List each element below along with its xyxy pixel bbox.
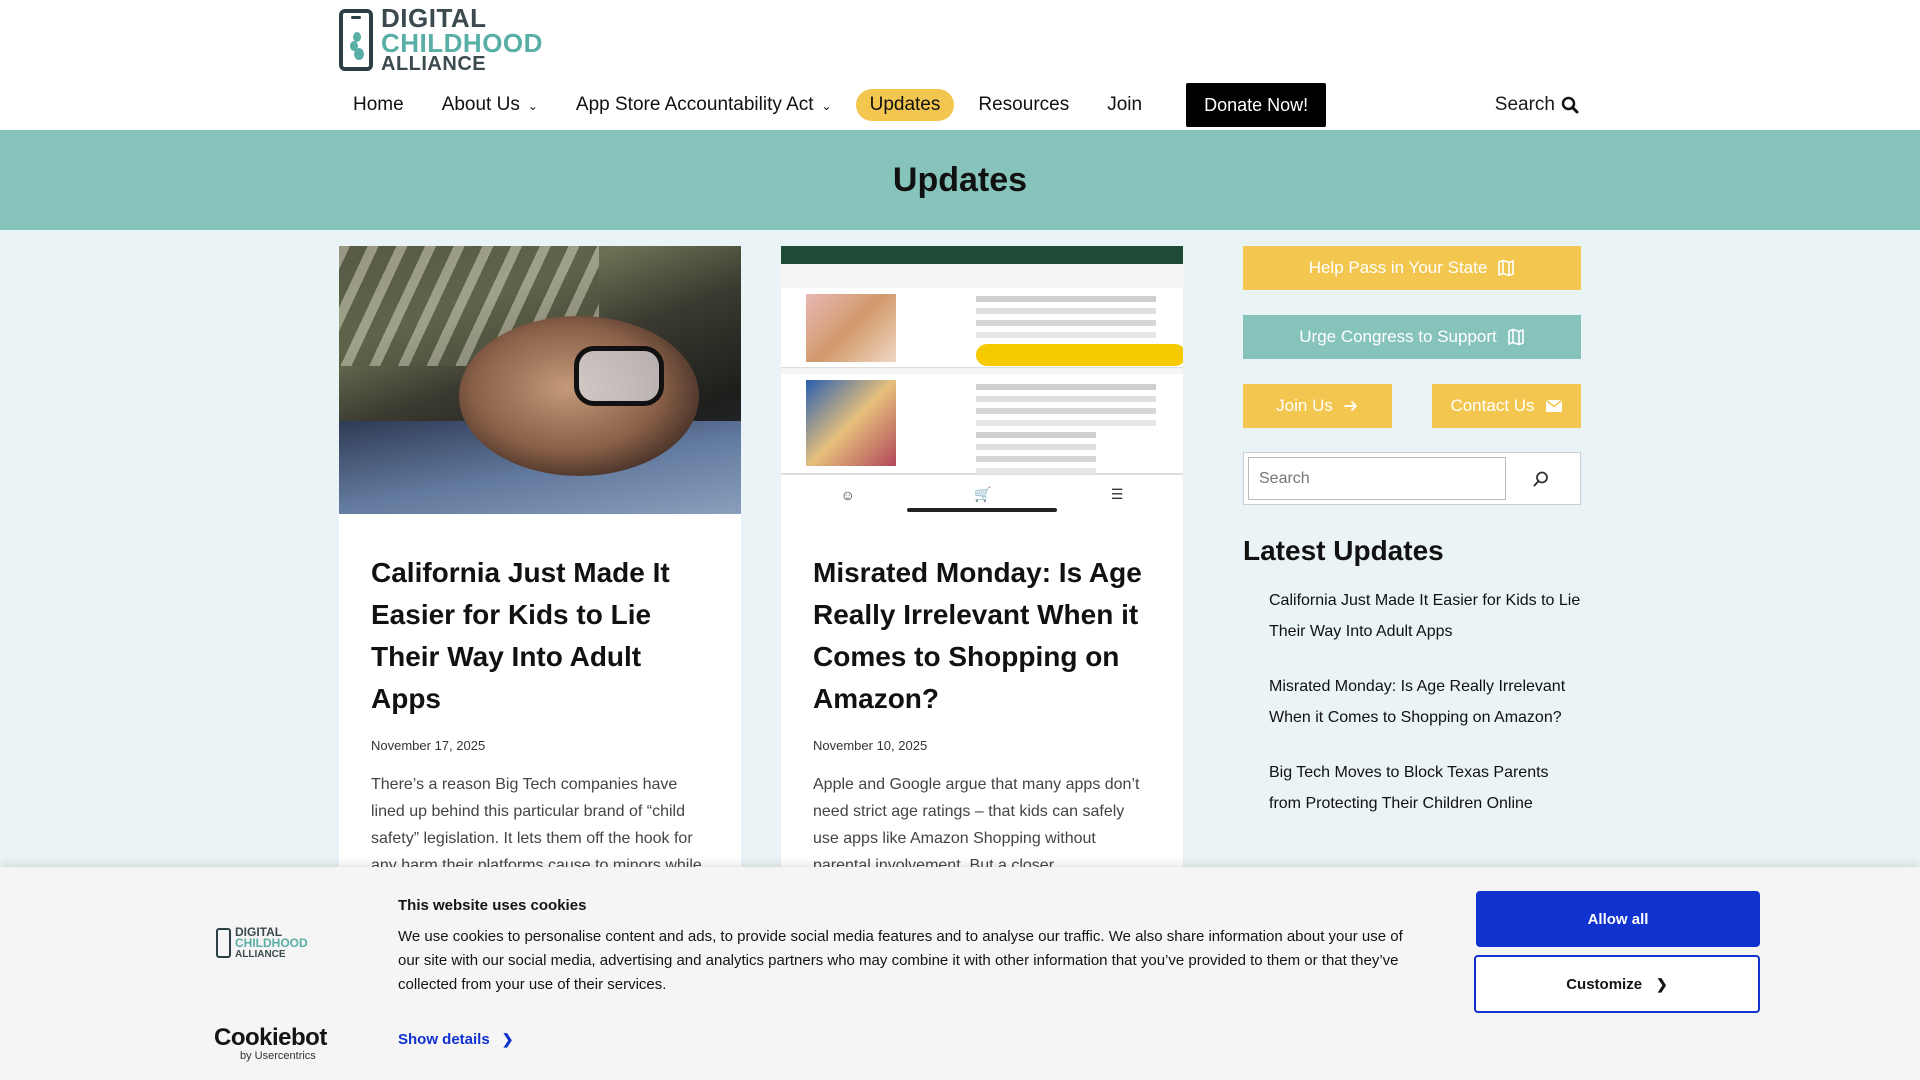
post-excerpt: Apple and Google argue that many apps do… xyxy=(813,776,1140,874)
site-header: DIGITAL CHILDHOOD ALLIANCE Home About Us… xyxy=(0,0,1920,130)
help-pass-button[interactable]: Help Pass in Your State xyxy=(1243,246,1581,290)
latest-update-link[interactable]: Big Tech Moves to Block Texas Parents fr… xyxy=(1269,757,1581,819)
join-us-button[interactable]: Join Us xyxy=(1243,384,1392,428)
donate-button[interactable]: Donate Now! xyxy=(1186,83,1327,127)
nav-about-us[interactable]: About Us ⌄ xyxy=(428,89,552,121)
nav-app-store-act[interactable]: App Store Accountability Act ⌄ xyxy=(562,89,846,121)
nav-home-label: Home xyxy=(353,94,404,115)
allow-all-button[interactable]: Allow all xyxy=(1476,891,1760,947)
search-icon xyxy=(1561,96,1579,114)
post-date: November 17, 2025 xyxy=(371,738,486,753)
latest-update-link[interactable]: Misrated Monday: Is Age Really Irrelevan… xyxy=(1269,671,1581,733)
logo-line-3: ALLIANCE xyxy=(381,53,487,76)
account-icon: ☺ xyxy=(840,486,855,503)
latest-updates-list: California Just Made It Easier for Kids … xyxy=(1243,585,1581,819)
cookie-description: We use cookies to personalise content an… xyxy=(398,928,1403,993)
page-title: Updates xyxy=(892,160,1028,199)
sidebar-search-input[interactable] xyxy=(1248,457,1506,500)
nav-updates-label: Updates xyxy=(869,94,941,115)
logo-wordmark: DIGITAL CHILDHOOD ALLIANCE xyxy=(381,2,543,76)
logo-line-2: CHILDHOOD xyxy=(381,27,543,58)
glasses-icon xyxy=(574,346,664,406)
search-icon xyxy=(1533,471,1548,486)
logo-line-1: DIGITAL xyxy=(381,2,487,33)
post-title[interactable]: Misrated Monday: Is Age Really Irrelevan… xyxy=(813,552,1151,720)
customize-button[interactable]: Customize ❯ xyxy=(1474,955,1760,1013)
urge-congress-label: Urge Congress to Support xyxy=(1299,327,1497,346)
contact-us-label: Contact Us xyxy=(1450,396,1535,415)
help-pass-label: Help Pass in Your State xyxy=(1308,258,1488,277)
sidebar-search-button[interactable] xyxy=(1506,457,1576,500)
show-details-label: Show details xyxy=(398,1031,490,1048)
page-title-band: Updates xyxy=(0,130,1920,230)
chevron-right-icon: ❯ xyxy=(501,1031,514,1047)
chevron-down-icon: ⌄ xyxy=(821,99,832,113)
site-logo[interactable]: DIGITAL CHILDHOOD ALLIANCE xyxy=(339,5,542,74)
nav-search-button[interactable]: Search xyxy=(1495,94,1579,116)
map-icon xyxy=(1507,328,1524,346)
cart-icon: 🛒 xyxy=(974,486,992,502)
menu-icon: ☰ xyxy=(1110,486,1124,502)
leaf-icon xyxy=(350,32,364,60)
contact-us-button[interactable]: Contact Us xyxy=(1432,384,1581,428)
sidebar-search xyxy=(1243,452,1581,505)
nav-resources-label: Resources xyxy=(978,94,1070,115)
chevron-down-icon: ⌄ xyxy=(527,99,538,113)
cookiebot-logo[interactable]: Cookiebot by Usercentrics xyxy=(214,1024,327,1062)
arrow-right-icon xyxy=(1343,401,1357,411)
nav-about-us-label: About Us xyxy=(441,94,520,115)
latest-update-link[interactable]: California Just Made It Easier for Kids … xyxy=(1269,585,1581,647)
urge-congress-button[interactable]: Urge Congress to Support xyxy=(1243,315,1581,359)
nav-updates[interactable]: Updates xyxy=(855,89,955,121)
nav-join-label: Join xyxy=(1107,94,1143,115)
cookie-heading: This website uses cookies xyxy=(398,897,587,914)
nav-search-label: Search xyxy=(1494,94,1555,115)
phone-logo-icon xyxy=(216,928,231,959)
nav-resources[interactable]: Resources xyxy=(964,89,1083,121)
post-image[interactable] xyxy=(339,246,741,514)
post-title[interactable]: California Just Made It Easier for Kids … xyxy=(371,552,709,720)
main-nav: Home About Us ⌄ App Store Accountability … xyxy=(339,83,1579,127)
cookie-site-logo: DIGITAL CHILDHOOD ALLIANCE xyxy=(216,926,308,960)
nav-app-store-act-label: App Store Accountability Act xyxy=(575,94,814,115)
envelope-icon xyxy=(1545,399,1562,412)
cookiebot-brand: Cookiebot xyxy=(214,1024,327,1051)
cookie-banner: DIGITAL CHILDHOOD ALLIANCE Cookiebot by … xyxy=(0,867,1920,1080)
show-details-link[interactable]: Show details ❯ xyxy=(398,1031,513,1048)
post-image[interactable]: ☺ 🛒 ☰ xyxy=(781,246,1183,514)
latest-updates-heading: Latest Updates xyxy=(1243,535,1444,566)
cookiebot-brand-sub: by Usercentrics xyxy=(240,1050,316,1062)
cookie-logo-line-3: ALLIANCE xyxy=(235,948,286,960)
nav-home[interactable]: Home xyxy=(339,89,418,121)
customize-label: Customize xyxy=(1566,975,1643,993)
nav-join[interactable]: Join xyxy=(1093,89,1156,121)
map-icon xyxy=(1498,259,1515,277)
sidebar: Help Pass in Your State Urge Congress to… xyxy=(1243,246,1581,843)
chevron-right-icon: ❯ xyxy=(1656,975,1668,992)
post-date: November 10, 2025 xyxy=(813,738,928,753)
join-us-label: Join Us xyxy=(1276,396,1333,415)
phone-logo-icon xyxy=(339,9,373,71)
